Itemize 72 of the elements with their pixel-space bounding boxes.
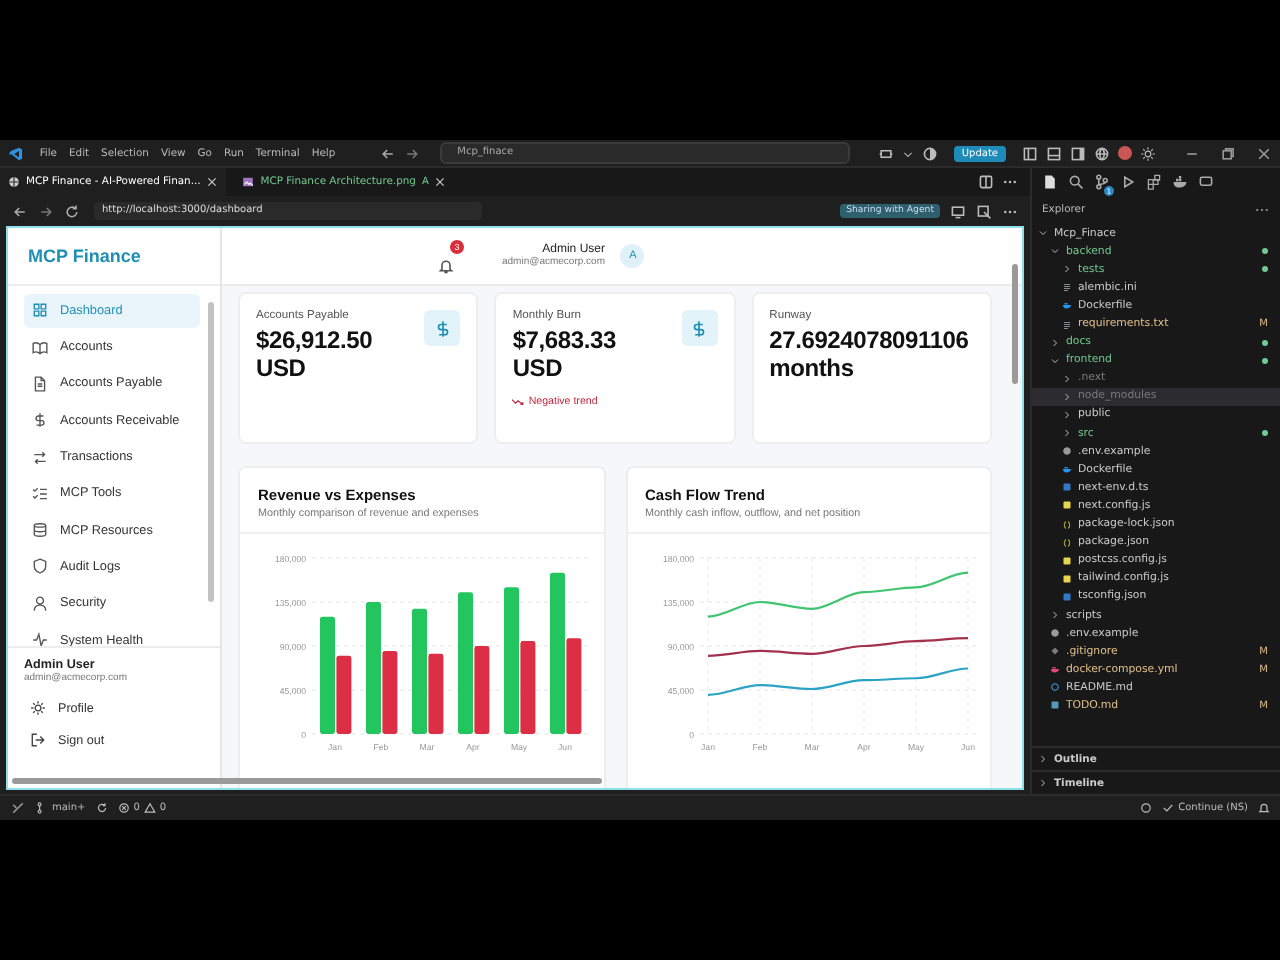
files-icon[interactable] bbox=[1042, 174, 1058, 190]
dollar-icon bbox=[681, 310, 718, 346]
info-file-icon bbox=[1050, 682, 1060, 693]
gear-icon bbox=[30, 700, 46, 716]
globe-icon[interactable] bbox=[1094, 145, 1110, 161]
reload-icon[interactable] bbox=[64, 203, 80, 219]
extensions-icon[interactable] bbox=[1146, 174, 1162, 190]
chevron-icon bbox=[1038, 754, 1048, 764]
git-file-icon bbox=[1050, 646, 1060, 657]
lines-file-icon bbox=[1062, 282, 1072, 293]
ts-file-icon bbox=[1062, 482, 1072, 493]
branch-icon bbox=[36, 802, 48, 814]
vscode-logo-icon bbox=[8, 145, 24, 161]
json-file-icon bbox=[1062, 519, 1072, 530]
trend-down-icon bbox=[512, 397, 525, 406]
shield-icon bbox=[32, 558, 48, 575]
checkmark-icon bbox=[1162, 802, 1175, 814]
account-avatar[interactable] bbox=[1118, 146, 1132, 160]
screen-icon[interactable] bbox=[950, 203, 966, 219]
source-control-icon[interactable] bbox=[1094, 174, 1110, 190]
run-debug-icon[interactable] bbox=[1120, 174, 1136, 190]
settings-icon[interactable] bbox=[1140, 145, 1156, 161]
database-icon bbox=[32, 522, 48, 539]
activity-icon bbox=[32, 632, 48, 646]
gear-file-icon bbox=[1050, 628, 1060, 639]
chevron-icon bbox=[1038, 778, 1048, 788]
layout-icon[interactable] bbox=[1022, 145, 1038, 161]
lines-file-icon bbox=[1062, 319, 1072, 330]
compose-file-icon bbox=[1050, 664, 1060, 675]
stat-value: 27.6924078091106 months bbox=[769, 328, 971, 384]
dollar-icon bbox=[32, 412, 48, 429]
docker-file-icon bbox=[1062, 300, 1072, 311]
half-circle-icon[interactable] bbox=[921, 145, 938, 161]
docker-file-icon bbox=[1062, 464, 1072, 475]
arrows-icon bbox=[32, 449, 48, 466]
docker-icon[interactable] bbox=[1172, 174, 1188, 190]
sidebar-toggle-icon[interactable] bbox=[1070, 145, 1086, 161]
stat-value: $26,912.50 USD bbox=[256, 328, 375, 384]
error-icon bbox=[117, 802, 130, 814]
js-file-icon bbox=[1062, 500, 1072, 511]
inspect-icon[interactable] bbox=[976, 203, 992, 219]
back-arrow-icon[interactable] bbox=[379, 145, 396, 161]
dollar-icon bbox=[424, 310, 461, 346]
restore-icon[interactable] bbox=[1220, 145, 1236, 161]
forward-arrow-icon[interactable] bbox=[38, 203, 54, 219]
grid-icon bbox=[32, 302, 48, 319]
close-icon[interactable] bbox=[1256, 145, 1272, 161]
logout-icon bbox=[30, 732, 46, 748]
warning-icon bbox=[143, 802, 156, 814]
search-icon[interactable] bbox=[1068, 174, 1084, 190]
ts-file-icon bbox=[1062, 591, 1072, 602]
chevron-down-icon[interactable] bbox=[901, 147, 914, 159]
close-icon[interactable] bbox=[206, 176, 219, 188]
md-file-icon bbox=[1050, 700, 1060, 711]
bell-icon[interactable] bbox=[1258, 802, 1270, 814]
list-icon bbox=[32, 485, 48, 502]
app-logo[interactable]: MCP Finance bbox=[8, 228, 220, 286]
image-icon bbox=[242, 176, 255, 188]
user-icon bbox=[32, 595, 48, 612]
file-icon bbox=[32, 375, 48, 392]
gear-file-icon bbox=[1062, 446, 1072, 457]
globe-icon bbox=[8, 176, 20, 188]
forward-arrow-icon[interactable] bbox=[403, 145, 420, 161]
book-icon bbox=[32, 339, 48, 356]
panel-toggle-icon[interactable] bbox=[1046, 145, 1062, 161]
close-icon[interactable] bbox=[434, 176, 447, 188]
back-arrow-icon[interactable] bbox=[12, 203, 28, 219]
stat-value: $7,683.33 USD bbox=[512, 328, 618, 384]
json-file-icon bbox=[1062, 537, 1072, 548]
bell-icon[interactable] bbox=[438, 258, 454, 274]
split-editor-icon[interactable] bbox=[978, 174, 994, 190]
sync-icon[interactable] bbox=[95, 802, 108, 814]
